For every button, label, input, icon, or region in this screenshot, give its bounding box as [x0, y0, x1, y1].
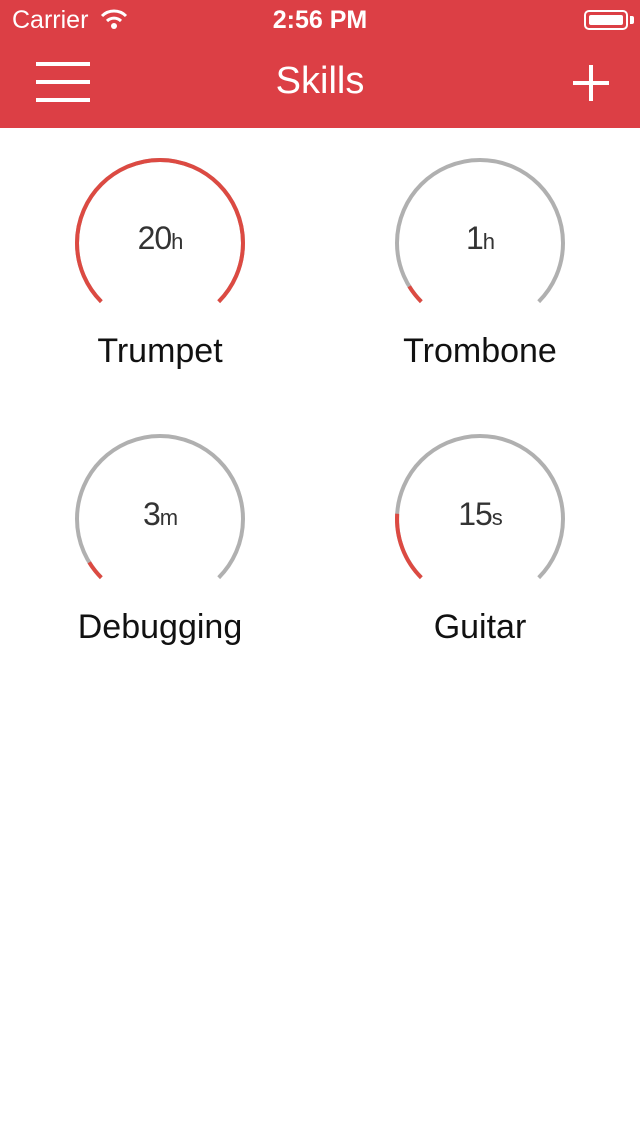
skill-time: 15s [458, 496, 503, 532]
skill-time: 20h [137, 220, 184, 256]
skill-card[interactable]: 3m Debugging [10, 432, 310, 692]
progress-arc [87, 561, 103, 580]
progress-arc [407, 285, 423, 304]
skill-card[interactable]: 20h Trumpet [10, 156, 310, 416]
skill-card[interactable]: 1h Trombone [330, 156, 630, 416]
status-bar: Carrier 2:56 PM [0, 0, 640, 40]
page-title: Skills [275, 60, 365, 102]
clock: 2:56 PM [272, 6, 368, 34]
skill-name: Trombone [403, 332, 557, 370]
skill-card[interactable]: 15s Guitar [330, 432, 630, 692]
nav-bar: Skills [0, 40, 640, 128]
skill-name: Debugging [77, 608, 243, 646]
skill-time: 3m [142, 496, 178, 532]
skill-time: 1h [465, 220, 495, 256]
skill-name: Guitar [433, 608, 527, 646]
battery-icon [584, 10, 628, 30]
skill-name: Trumpet [97, 332, 223, 370]
battery-nub [630, 16, 634, 24]
navigation-header: Carrier 2:56 PM Skills [0, 0, 640, 128]
plus-icon[interactable] [566, 58, 616, 108]
